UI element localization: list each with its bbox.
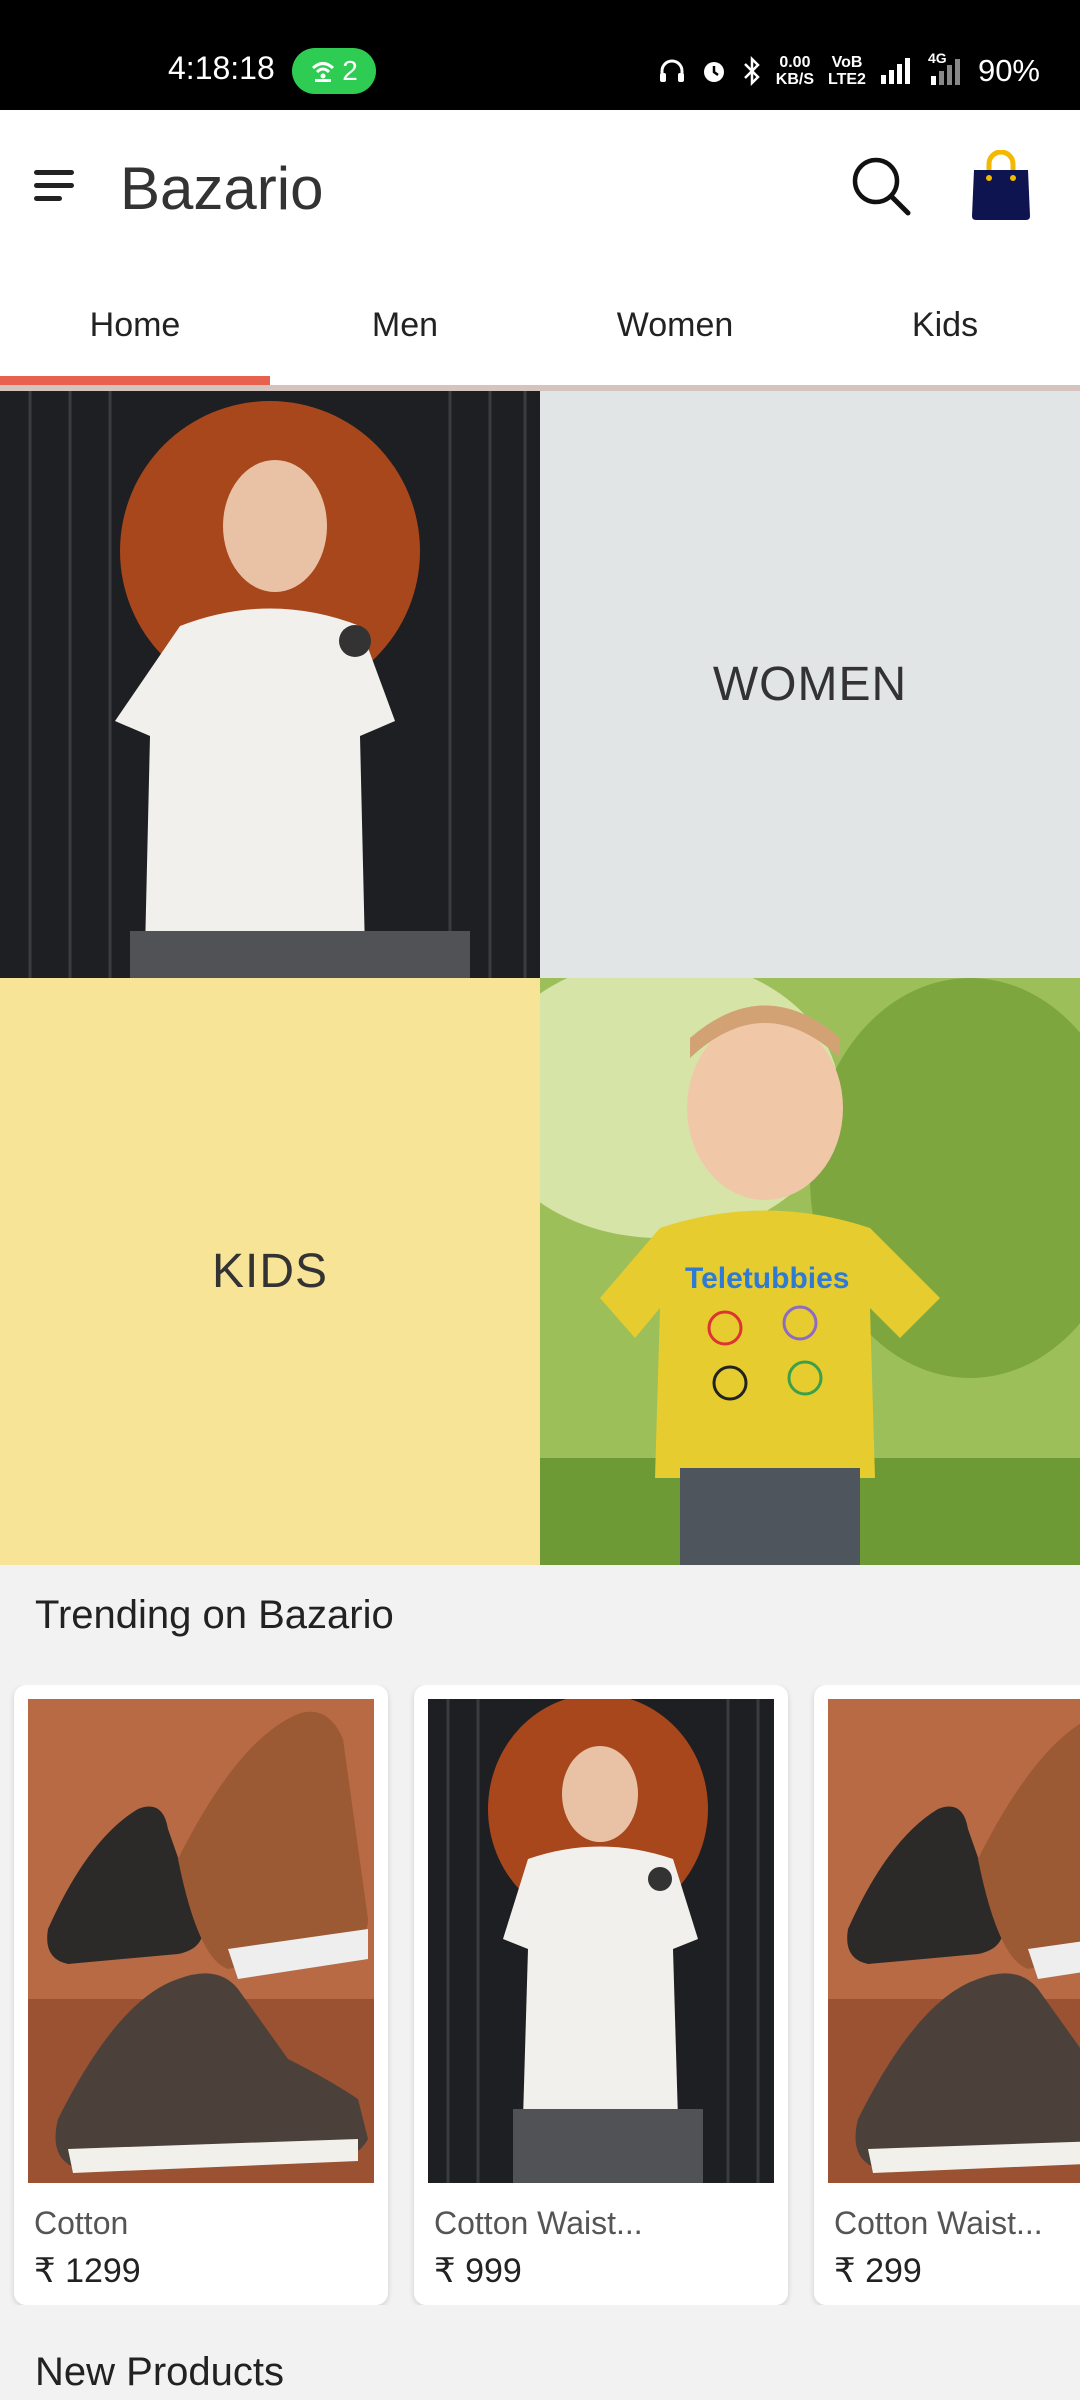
product-price: ₹ 999 [434, 2252, 522, 2290]
net-speed-value: 0.00 [779, 54, 811, 71]
kids-category-tile[interactable]: KIDS [0, 978, 540, 1565]
hamburger-menu-icon[interactable] [34, 170, 78, 208]
men-category-tile[interactable] [0, 391, 540, 978]
trending-product-carousel[interactable]: Cotton ₹ 1299 Cotton Waist... ₹ 999 Cott… [0, 1685, 1080, 2305]
sneakers-photo [28, 1699, 374, 2183]
product-price: ₹ 1299 [34, 2252, 141, 2290]
signal-sim2: 4G [928, 50, 964, 86]
volte-bottom: LTE2 [828, 71, 866, 88]
child-yellow-tshirt-photo: Teletubbies [540, 978, 1080, 1565]
signal-icon-sim1 [880, 58, 910, 84]
volte-top: VoB [831, 54, 863, 71]
volte-indicator: VoB LTE2 [828, 54, 866, 88]
category-tabs: Home Men Women Kids [0, 270, 1080, 385]
category-grid: WOMEN KIDS Teletubbies [0, 391, 1080, 1565]
product-image [828, 1699, 1080, 2183]
tab-home[interactable]: Home [0, 270, 270, 385]
alarm-icon [703, 62, 724, 82]
women-category-label: WOMEN [712, 658, 908, 711]
sneakers-photo [828, 1699, 1080, 2183]
status-bar: 4:18:18 2 0.00 KB/S VoB LTE2 4G 90% [0, 0, 1080, 110]
product-image [28, 1699, 374, 2183]
product-name: Cotton [34, 2205, 129, 2241]
tab-men[interactable]: Men [270, 270, 540, 385]
search-icon[interactable] [850, 155, 912, 217]
women-category-tile[interactable]: WOMEN [540, 391, 1080, 978]
kids-photo-tile[interactable]: Teletubbies [540, 978, 1080, 1565]
bluetooth-icon [743, 56, 760, 86]
product-price: ₹ 299 [834, 2252, 922, 2290]
hotspot-icon [312, 62, 335, 82]
headphones-icon [659, 59, 684, 82]
woman-white-tshirt-photo [428, 1699, 774, 2183]
app-bar: Bazario [0, 110, 1080, 270]
status-icons: 0.00 KB/S VoB LTE2 4G 90% [658, 48, 1040, 94]
kids-category-label: KIDS [211, 1245, 329, 1298]
shopping-bag-icon[interactable] [970, 150, 1032, 222]
trending-section-title: Trending on Bazario [35, 1593, 394, 1637]
woman-white-tshirt-photo [0, 391, 540, 978]
tab-kids[interactable]: Kids [810, 270, 1080, 385]
product-card[interactable]: Cotton Waist... ₹ 999 [414, 1685, 788, 2305]
tab-women[interactable]: Women [540, 270, 810, 385]
svg-text:Teletubbies: Teletubbies [685, 1262, 849, 1295]
status-time: 4:18:18 [168, 50, 275, 86]
product-image [428, 1699, 774, 2183]
network-label: 4G [927, 50, 947, 66]
hotspot-badge: 2 [292, 48, 376, 94]
net-speed: 0.00 KB/S [776, 54, 814, 88]
hotspot-count: 2 [342, 55, 358, 86]
net-speed-unit: KB/S [775, 71, 815, 88]
app-title: Bazario [120, 155, 324, 222]
new-products-section-title: New Products [35, 2350, 284, 2394]
product-card[interactable]: Cotton Waist... ₹ 299 [814, 1685, 1080, 2305]
product-name: Cotton Waist... [834, 2205, 1043, 2241]
battery-level: 90% [977, 53, 1040, 88]
product-name: Cotton Waist... [434, 2205, 643, 2241]
product-card[interactable]: Cotton ₹ 1299 [14, 1685, 388, 2305]
